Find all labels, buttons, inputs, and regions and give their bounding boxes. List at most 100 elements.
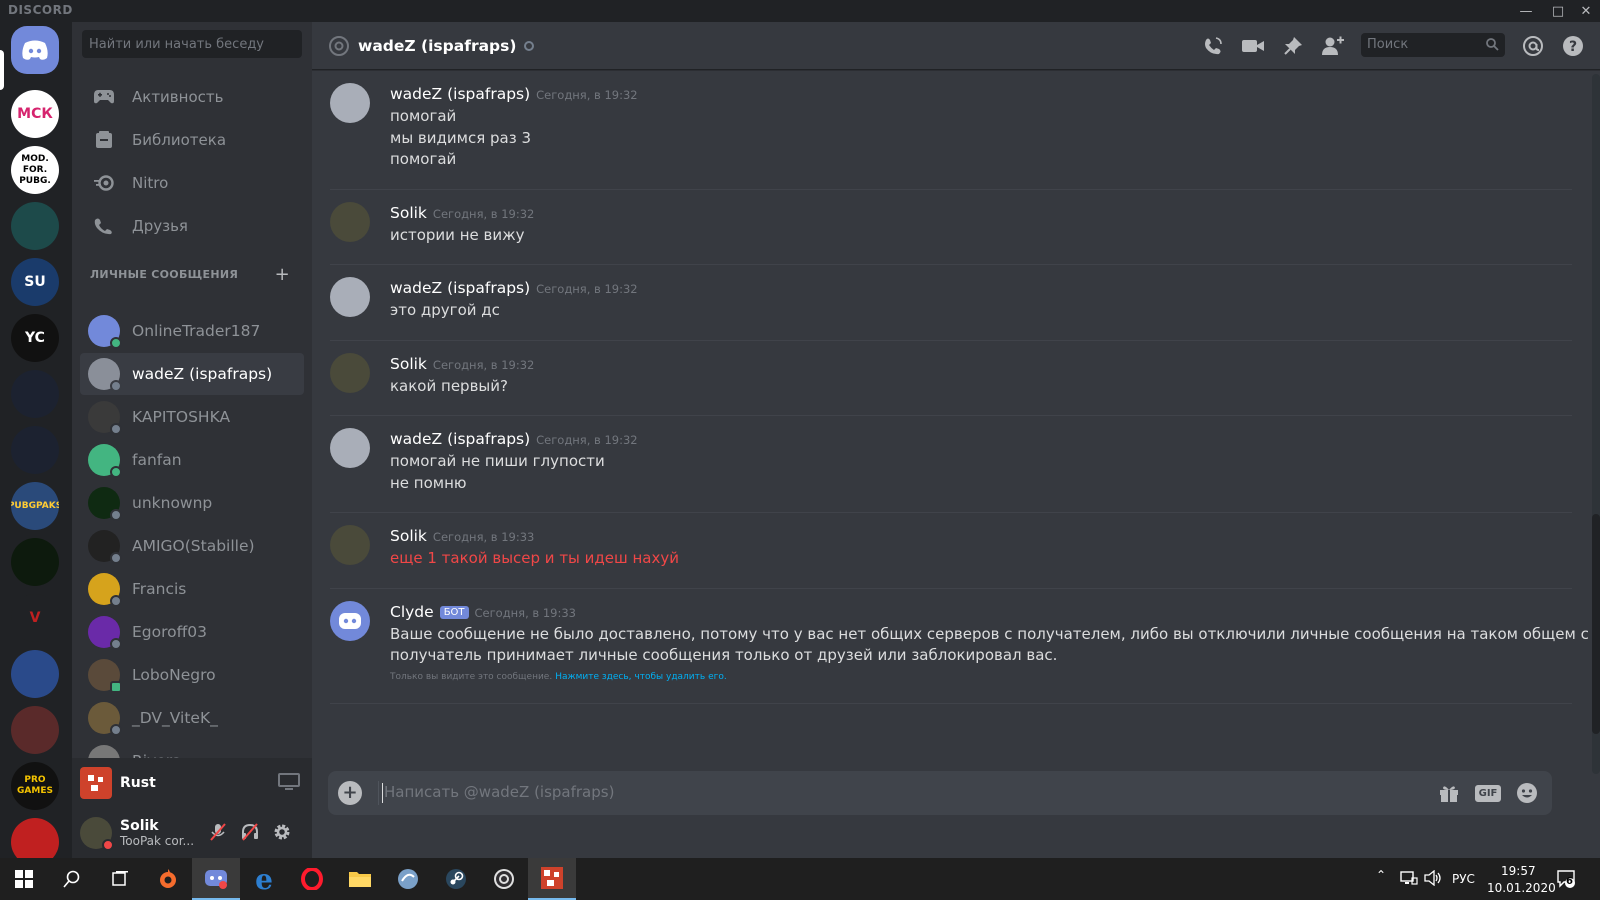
message-text: Ваше сообщение не было доставлено, потом… xyxy=(390,624,1588,643)
dm-item[interactable]: _DV_ViteK_ xyxy=(80,697,304,739)
message-avatar[interactable] xyxy=(330,525,370,565)
message-avatar[interactable] xyxy=(330,277,370,317)
search-placeholder: Поиск xyxy=(1367,37,1409,52)
server-icon[interactable]: MOD. FOR. PUBG. xyxy=(11,146,59,194)
message-avatar[interactable] xyxy=(330,201,370,242)
nav-library[interactable]: Библиотека xyxy=(80,119,304,161)
message-avatar[interactable] xyxy=(330,428,370,468)
maximize-icon[interactable]: □ xyxy=(1544,0,1572,22)
dm-name: _DV_ViteK_ xyxy=(132,709,218,727)
dismiss-message-link[interactable]: Нажмите здесь, чтобы удалить его. xyxy=(555,672,726,682)
message-author[interactable]: Clyde xyxy=(390,603,434,621)
create-dm-plus-icon[interactable]: + xyxy=(275,264,290,285)
upload-plus-icon[interactable]: + xyxy=(338,781,362,805)
headset-muted-icon[interactable] xyxy=(240,822,260,846)
nav-nitro[interactable]: Nitro xyxy=(80,162,304,204)
taskbar-search-icon[interactable] xyxy=(48,858,96,900)
search-input[interactable]: Поиск xyxy=(1361,33,1505,57)
message-avatar[interactable] xyxy=(330,352,370,393)
dm-item[interactable]: KAPITOSHKA xyxy=(80,396,304,438)
gift-icon[interactable] xyxy=(1436,781,1462,805)
gamepad-icon xyxy=(92,85,116,109)
origin-app-icon[interactable] xyxy=(144,858,192,900)
input-language[interactable]: РУС xyxy=(1452,872,1475,886)
dm-item[interactable]: OnlineTrader187 xyxy=(80,310,304,352)
mentions-icon[interactable] xyxy=(1521,34,1545,58)
message-author[interactable]: wadeZ (ispafraps) xyxy=(390,279,530,297)
message-author[interactable]: Solik xyxy=(390,527,427,545)
message-author[interactable]: Solik xyxy=(390,355,427,373)
server-icon[interactable]: PRO GAMES xyxy=(11,762,59,810)
dm-item[interactable]: wadeZ (ispafraps) xyxy=(80,353,304,395)
close-icon[interactable]: ✕ xyxy=(1572,0,1600,22)
stream-screen-icon[interactable] xyxy=(278,772,300,796)
pinned-messages-icon[interactable] xyxy=(1281,34,1305,58)
message-author[interactable]: wadeZ (ispafraps) xyxy=(390,85,530,103)
voice-call-icon[interactable] xyxy=(1201,34,1225,58)
server-icon[interactable] xyxy=(11,426,59,474)
dm-item[interactable]: AMIGO(Stabille) xyxy=(80,525,304,567)
dm-item[interactable]: Francis xyxy=(80,568,304,610)
server-icon[interactable] xyxy=(11,706,59,754)
dm-avatar xyxy=(88,401,122,435)
message-avatar[interactable] xyxy=(330,83,370,123)
message-header: Clyde БОТ Сегодня, в 19:33 xyxy=(390,603,576,621)
server-icon[interactable]: МСК xyxy=(11,90,59,138)
gif-button[interactable]: GIF xyxy=(1474,781,1502,805)
message-composer[interactable]: + Написать @wadeZ (ispafraps) GIF xyxy=(328,771,1552,815)
scrollbar-thumb[interactable] xyxy=(1592,514,1600,734)
server-icon[interactable]: V xyxy=(11,594,59,642)
network-icon[interactable] xyxy=(1400,870,1418,889)
edge-browser-icon[interactable]: e xyxy=(240,858,288,900)
server-icon[interactable]: SU xyxy=(11,258,59,306)
nav-activity[interactable]: Активность xyxy=(80,76,304,118)
minimize-icon[interactable]: — xyxy=(1512,0,1540,22)
gif-label: GIF xyxy=(1478,787,1498,799)
offline-status-icon xyxy=(110,380,122,392)
server-icon[interactable]: PUBGPAKS xyxy=(11,482,59,530)
server-icon[interactable] xyxy=(11,818,59,858)
message-avatar[interactable] xyxy=(330,600,370,641)
server-icon-label: YC xyxy=(25,329,45,346)
server-icon-label: MOD. FOR. PUBG. xyxy=(19,153,51,186)
help-icon[interactable]: ? xyxy=(1561,34,1585,58)
clock-time[interactable]: 19:57 xyxy=(1501,864,1536,878)
user-avatar[interactable] xyxy=(80,817,114,851)
message-author[interactable]: Solik xyxy=(390,204,427,222)
mic-muted-icon[interactable] xyxy=(208,822,228,846)
obs-app-icon[interactable] xyxy=(480,858,528,900)
message-text: помогай xyxy=(390,107,457,125)
file-explorer-icon[interactable] xyxy=(336,858,384,900)
server-icon[interactable] xyxy=(11,650,59,698)
add-friend-to-dm-icon[interactable] xyxy=(1321,34,1345,58)
server-icon-label: PRO GAMES xyxy=(17,775,53,796)
discord-taskbar-icon[interactable] xyxy=(192,858,240,900)
find-conversation-button[interactable]: Найти или начать беседу xyxy=(82,30,302,58)
opera-browser-icon[interactable] xyxy=(288,858,336,900)
server-icon[interactable] xyxy=(11,370,59,418)
game-app-icon[interactable] xyxy=(384,858,432,900)
task-view-icon[interactable] xyxy=(96,858,144,900)
steam-icon[interactable] xyxy=(432,858,480,900)
home-button[interactable] xyxy=(11,26,59,74)
clock-date[interactable]: 10.01.2020 xyxy=(1487,881,1556,895)
scrollbar[interactable] xyxy=(1592,74,1600,774)
dm-item[interactable]: unknownp xyxy=(80,482,304,524)
dm-item[interactable]: Egoroff03 xyxy=(80,611,304,653)
recipient-name: wadeZ (ispafraps) xyxy=(358,36,517,55)
emoji-icon[interactable] xyxy=(1514,781,1540,805)
windows-start-icon[interactable] xyxy=(0,858,48,900)
message-author[interactable]: wadeZ (ispafraps) xyxy=(390,430,530,448)
settings-gear-icon[interactable] xyxy=(272,822,292,846)
dm-item[interactable]: LoboNegro xyxy=(80,654,304,696)
rust-taskbar-icon[interactable] xyxy=(528,858,576,900)
volume-icon[interactable] xyxy=(1424,869,1442,889)
dm-item[interactable]: fanfan xyxy=(80,439,304,481)
server-icon[interactable]: YC xyxy=(11,314,59,362)
nav-friends[interactable]: Друзья xyxy=(80,205,304,247)
tray-chevron-icon[interactable]: ⌃ xyxy=(1376,868,1386,882)
video-call-icon[interactable] xyxy=(1241,34,1265,58)
server-icon[interactable] xyxy=(11,538,59,586)
action-center-icon[interactable]: 6 xyxy=(1556,868,1576,891)
server-icon[interactable] xyxy=(11,202,59,250)
